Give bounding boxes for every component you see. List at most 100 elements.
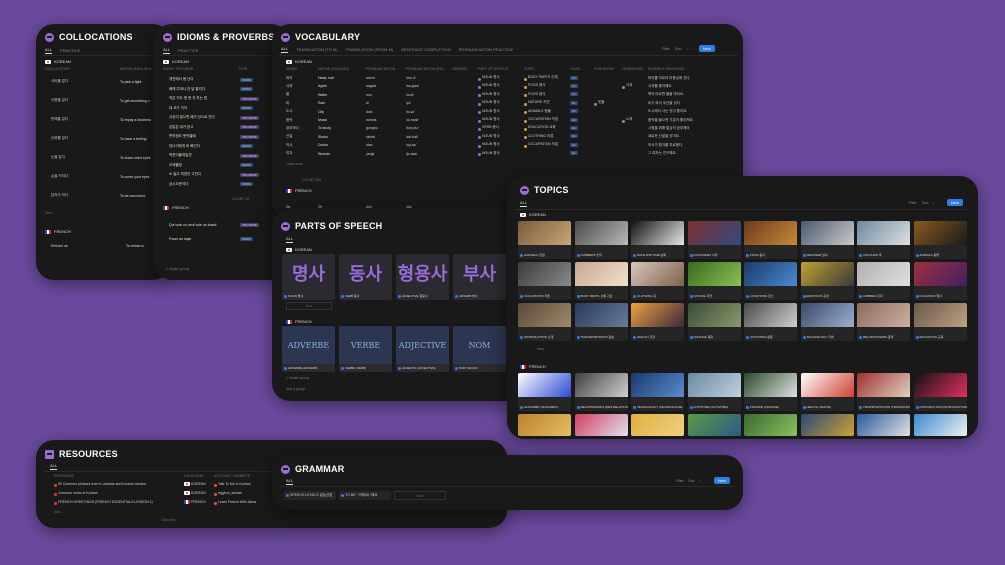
- group-korean[interactable]: KOREAN: [286, 247, 312, 252]
- pos-card[interactable]: ADVERBE ADVERBE (ADVERB): [282, 326, 335, 372]
- topic-card[interactable]: TECHNOLOGY 기술: [800, 303, 854, 341]
- topic-card[interactable]: EDUCATION 교육: [913, 303, 967, 341]
- tab-practice[interactable]: PRACTICE: [60, 48, 80, 53]
- new-card-button[interactable]: New: [286, 302, 332, 310]
- tab-practice[interactable]: PRACTICE: [178, 48, 198, 53]
- topic-card[interactable]: BODY PARTS 신체 기관: [574, 262, 628, 300]
- pos-card[interactable]: 명사 NOUN 명사: [282, 254, 335, 300]
- group-korean[interactable]: KOREAN: [520, 212, 546, 217]
- table-row[interactable]: 도시 City dosi/to.ɕi/NOUN 명사 ANIMALS 동물 A1 도시에서…: [286, 109, 708, 115]
- table-row[interactable]: 사과 Apple sagwa/sa.gwa/NOUN 명사 FOOD 음식 A1 사과 사과…: [286, 83, 708, 89]
- sort-button[interactable]: Sort: [688, 479, 694, 483]
- new-button[interactable]: New: [947, 199, 964, 206]
- topic-card[interactable]: OCCASION 행사: [913, 262, 967, 300]
- table-row[interactable]: 낮말은 새가 듣고 PROVERB: [169, 125, 259, 130]
- sort-button[interactable]: Sort: [922, 201, 928, 205]
- group-french[interactable]: FRENCH: [286, 188, 312, 193]
- topic-card[interactable]: HANGEUL 한글: [518, 221, 571, 259]
- group-french[interactable]: FRENCH: [163, 205, 189, 210]
- table-row[interactable]: 머리 Head, hair meori/mʌ.ɾi/NOUN 명사 BODY PART…: [286, 75, 708, 81]
- table-row[interactable]: 배에 주머니 찬 달 팔리다 IDIOM: [169, 87, 253, 92]
- tab-all[interactable]: ALL: [520, 200, 528, 207]
- topic-card[interactable]: COUNTRIES 나라: [687, 221, 741, 259]
- table-row[interactable]: 손을 거리다 To cover your eyes: [51, 174, 165, 179]
- tab-1[interactable]: TRANSLATION (TO M): [296, 47, 337, 52]
- group-korean[interactable]: KOREAN: [163, 59, 189, 64]
- table-row[interactable]: 내 코가 석자 IDIOM: [169, 106, 253, 111]
- group-french[interactable]: FRENCH: [286, 319, 312, 324]
- add-group-button[interactable]: Add a group: [286, 387, 305, 391]
- topic-card[interactable]: RELATIONSHIPS 관계: [857, 303, 910, 341]
- hidden-group-toggle[interactable]: 1 hidden group: [166, 267, 189, 271]
- sort-button[interactable]: Sort: [675, 47, 681, 51]
- pos-card[interactable]: 형용사 ADJECTIVE 형용사: [396, 254, 449, 300]
- table-row[interactable]: FRENCH GREETINGS (FRENCH ESSENTIALS LESS…: [54, 500, 294, 505]
- table-row[interactable]: 작은 거도 못 한 자 차는 법 PROVERB: [169, 96, 259, 101]
- pos-card[interactable]: VERBE VERBE (VERB): [339, 326, 392, 372]
- filter-button[interactable]: Filter: [909, 201, 917, 205]
- topic-card[interactable]: INTRODUCTION 소개: [518, 303, 571, 341]
- group-korean[interactable]: KOREAN: [45, 59, 71, 64]
- new-card-button[interactable]: New: [537, 347, 544, 351]
- topic-card[interactable]: HEALTH (SANTÉ): [800, 373, 854, 411]
- table-row[interactable]: 음악 Music eumak/ɯ.mak/NOUN 명사 OCCUPATION 직업 A…: [286, 117, 708, 123]
- topic-card[interactable]: FOOD 음식: [744, 221, 797, 259]
- topic-card[interactable]: [631, 414, 684, 436]
- grammar-card[interactable]: TO BE ~이에요/~예요: [339, 491, 391, 500]
- topic-card[interactable]: TECHNOLOGY (TECHNOLOGIE): [631, 373, 684, 411]
- topic-card[interactable]: COLOURS 색: [857, 221, 910, 259]
- pos-card[interactable]: ADJECTIVE ADJECTIF (ADJECTIVE): [396, 326, 449, 372]
- new-button[interactable]: New: [699, 45, 716, 52]
- table-row[interactable]: 편의점도 못먹을때 PROVERB: [169, 134, 259, 139]
- topic-card[interactable]: [857, 414, 910, 436]
- tab-all[interactable]: ALL: [163, 47, 171, 54]
- table-row[interactable]: 이름을 걸다 To get something o: [51, 98, 165, 103]
- calculate-button[interactable]: Calculate: [161, 518, 176, 522]
- table-row[interactable]: 비 Rain bi/pi/NOUN 명사 NATURE 자연 A1 빗물 비가 와서 우산을…: [286, 100, 708, 106]
- group-korean[interactable]: KOREAN: [286, 59, 312, 64]
- topic-card[interactable]: ANIMALS 동물: [913, 221, 967, 259]
- load-more-button[interactable]: Load more: [286, 162, 303, 166]
- tab-all[interactable]: ALL: [286, 236, 294, 243]
- new-row-button[interactable]: New: [54, 510, 61, 514]
- tab-2[interactable]: TRANSLATION (FROM M): [346, 47, 394, 52]
- table-row[interactable]: 신뢰를 걸다 To have a feeling: [51, 136, 165, 141]
- topic-card[interactable]: CLOTHING 옷: [631, 262, 684, 300]
- filter-button[interactable]: Filter: [662, 47, 670, 51]
- table-row[interactable]: 공부하다 To study gongbu/koŋ.bu/VERB 동사 EDUCATI…: [286, 125, 708, 131]
- table-row[interactable]: Common verbs in Korean KOREAN eggbun_korea…: [54, 491, 294, 496]
- table-row[interactable]: 판례를 걸다 To repay a kindness: [51, 117, 165, 122]
- filter-button[interactable]: Filter: [676, 479, 684, 483]
- table-row[interactable]: Refuser de To refuse to: [51, 244, 171, 248]
- table-row[interactable]: 여자 Woman yeoja/jʌ.dʑa/NOUN 명사 A1 그 여자는 친구예요.: [286, 151, 708, 157]
- new-button[interactable]: New: [714, 477, 731, 484]
- table-row[interactable]: 50 Common phrases from K-dramas and Kore…: [54, 482, 294, 487]
- table-row[interactable]: 소 잃고 외양간 고친다 PROVERB: [169, 172, 259, 177]
- table-row[interactable]: 사비를 걸다 To pick a fight: [51, 79, 165, 84]
- topic-card[interactable]: [687, 414, 741, 436]
- group-french[interactable]: FRENCH: [520, 364, 546, 369]
- table-row[interactable]: 개천에서 용 난다 IDIOM: [169, 77, 253, 82]
- table-row[interactable]: Qui vole un oeuf vole un boeuf PROVERB: [169, 223, 259, 227]
- table-row[interactable]: Poser un lapin IDIOM: [169, 237, 253, 241]
- table-row[interactable]: 오매불망 IDIOM: [169, 163, 253, 168]
- search-icon[interactable]: ⌕: [699, 479, 701, 483]
- topic-card[interactable]: HOBBIES 취미: [857, 262, 910, 300]
- topic-card[interactable]: LOCATIONS 장소: [744, 262, 797, 300]
- topic-card[interactable]: [800, 414, 854, 436]
- topic-card[interactable]: INTRODUCTION (INTRODUCTION): [913, 373, 967, 411]
- topic-card[interactable]: [744, 414, 797, 436]
- table-row[interactable]: 당나귀에게 비 빠진다 IDIOM: [169, 144, 253, 149]
- pos-card[interactable]: 동사 VERB 동사: [339, 254, 392, 300]
- topic-card[interactable]: [913, 414, 967, 436]
- table-row[interactable]: 의사 Doctor uisa/ɰi.sa/NOUN 명사 OCCUPATION 직업 A…: [286, 142, 708, 148]
- search-icon[interactable]: ⌕: [933, 201, 935, 205]
- tab-0[interactable]: ALL: [281, 46, 289, 53]
- topic-card[interactable]: TRANSPORTATION 운송: [574, 303, 628, 341]
- grammar-card[interactable]: SPEECH LEVELS 말높임법: [284, 491, 336, 500]
- table-row[interactable]: 신발 Shoes sinbal/ɕin.bal/NOUN 명사 CLOTHING 의류…: [286, 134, 708, 140]
- topic-card[interactable]: EMOTIONS 감정: [800, 262, 854, 300]
- tab-all[interactable]: ALL: [50, 463, 58, 470]
- table-row[interactable]: 물 Water mul/mul/NOUN 명사 FOOD 음식 A1 목이 마르면 물을 …: [286, 92, 708, 98]
- topic-card[interactable]: ALPHABET (ALPHABET): [518, 373, 571, 411]
